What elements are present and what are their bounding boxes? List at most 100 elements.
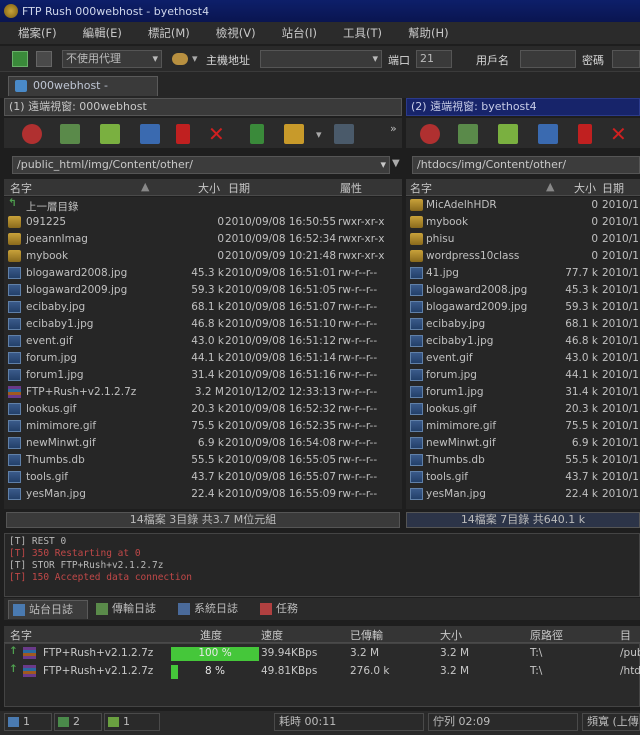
menu-mark[interactable]: 標記(M) (148, 25, 190, 41)
file-row[interactable]: mybook 0 2010/09/09 10:21:48 rwxr-xr-x (4, 248, 402, 265)
stop-icon[interactable] (22, 124, 42, 144)
file-row[interactable]: yesMan.jpg 22.4 k 2010/11 (406, 486, 640, 503)
file-row[interactable]: newMinwt.gif 6.9 k 2010/11 (406, 435, 640, 452)
more-icon[interactable]: » (390, 122, 397, 135)
folder-sync-icon[interactable] (284, 124, 304, 144)
file-row[interactable]: joeannImag 0 2010/09/08 16:52:34 rwxr-xr-x (4, 231, 402, 248)
queue-row[interactable]: ↑ FTP+Rush+v2.1.2.7z 8 % 49.81KBps 276.0 k 3.… (5, 663, 640, 681)
file-row[interactable]: event.gif 43.0 k 2010/11 (406, 350, 640, 367)
password-input[interactable] (612, 50, 640, 68)
chevron-down-icon: ▾ (152, 52, 158, 65)
file-row[interactable]: blogaward2009.jpg 59.3 k 2010/09/08 16:51:… (4, 282, 402, 299)
column-name[interactable]: 名字 (10, 180, 32, 196)
bookmark-icon[interactable] (140, 124, 160, 144)
new-folder-icon[interactable] (60, 124, 80, 144)
file-row[interactable]: ecibaby1.jpg 46.8 k 2010/11 (406, 333, 640, 350)
column-source[interactable]: 原路徑 (530, 627, 563, 643)
file-row[interactable]: FTP+Rush+v2.1.2.7z 3.2 M 2010/12/02 12:33:… (4, 384, 402, 401)
stop-icon[interactable] (420, 124, 440, 144)
file-row[interactable]: mimimore.gif 75.5 k 2010/11 (406, 418, 640, 435)
tab-tasks[interactable]: 任務 (256, 600, 308, 619)
file-row[interactable]: event.gif 43.0 k 2010/09/08 16:51:12 rw-r--… (4, 333, 402, 350)
chevron-down-icon[interactable]: ▾ (192, 52, 198, 65)
column-size[interactable]: 大小 (574, 180, 596, 196)
user-input[interactable] (520, 50, 576, 68)
port-input[interactable]: 21 (416, 50, 452, 68)
bookmark-icon[interactable] (538, 124, 558, 144)
file-size: 45.3 k (565, 284, 598, 296)
column-size[interactable]: 大小 (198, 180, 220, 196)
tab-site-log[interactable]: 站台日誌 (8, 600, 88, 619)
file-row[interactable]: ↰ 上一層目錄 (4, 197, 402, 214)
file-row[interactable]: mimimore.gif 75.5 k 2010/09/08 16:52:35 rw-… (4, 418, 402, 435)
file-icon (8, 369, 21, 381)
file-row[interactable]: mybook 0 2010/11 (406, 214, 640, 231)
file-row[interactable]: yesMan.jpg 22.4 k 2010/09/08 16:55:09 rw-r-… (4, 486, 402, 503)
file-row[interactable]: lookus.gif 20.3 k 2010/11 (406, 401, 640, 418)
delete-icon[interactable]: ✕ (610, 124, 630, 144)
chevron-down-icon[interactable]: ▾ (316, 128, 322, 141)
menu-file[interactable]: 檔案(F) (18, 25, 57, 41)
file-row[interactable]: ecibaby1.jpg 46.8 k 2010/09/08 16:51:10 rw-… (4, 316, 402, 333)
file-row[interactable]: forum1.jpg 31.4 k 2010/09/08 16:51:16 rw-r-… (4, 367, 402, 384)
connect-icon[interactable] (12, 51, 28, 67)
pause-icon[interactable] (578, 124, 592, 144)
file-size: 0 (217, 216, 224, 228)
delete-icon[interactable]: ✕ (208, 124, 228, 144)
column-date[interactable]: 日期 (602, 180, 624, 196)
column-name[interactable]: 名字 (410, 180, 432, 196)
right-path-input[interactable]: /htdocs/img/Content/other/ (412, 156, 640, 174)
file-row[interactable]: 091225 0 2010/09/08 16:50:55 rwxr-xr-x (4, 214, 402, 231)
tab-system-log[interactable]: 系統日誌 (174, 600, 254, 619)
file-row[interactable]: tools.gif 43.7 k 2010/09/08 16:55:07 rw-r--… (4, 469, 402, 486)
file-date: 2010/11 (602, 301, 640, 313)
file-row[interactable]: blogaward2008.jpg 45.3 k 2010/09/08 16:51:… (4, 265, 402, 282)
file-row[interactable]: wordpress10class 0 2010/11 (406, 248, 640, 265)
file-row[interactable]: 41.jpg 77.7 k 2010/11 (406, 265, 640, 282)
menu-site[interactable]: 站台(I) (282, 25, 317, 41)
menu-tools[interactable]: 工具(T) (343, 25, 382, 41)
column-name[interactable]: 名字 (10, 627, 32, 643)
app-icon (4, 4, 18, 18)
terminal-icon[interactable] (334, 124, 354, 144)
host-input[interactable]: ▾ (260, 50, 382, 68)
file-row[interactable]: forum.jpg 44.1 k 2010/11 (406, 367, 640, 384)
file-row[interactable]: tools.gif 43.7 k 2010/11 (406, 469, 640, 486)
refresh-icon[interactable] (250, 124, 264, 144)
disconnect-icon[interactable] (36, 51, 52, 67)
new-folder-icon[interactable] (458, 124, 478, 144)
column-attr[interactable]: 屬性 (340, 180, 362, 196)
pause-icon[interactable] (176, 124, 190, 144)
parent-folder-icon[interactable] (498, 124, 518, 144)
site-manager-icon[interactable] (172, 53, 188, 65)
column-transferred[interactable]: 已傳輸 (350, 627, 383, 643)
column-progress[interactable]: 進度 (200, 627, 222, 643)
menu-edit[interactable]: 編輯(E) (83, 25, 122, 41)
column-speed[interactable]: 速度 (261, 627, 283, 643)
panel-menu-icon[interactable]: ▼ (392, 158, 400, 169)
file-row[interactable]: Thumbs.db 55.5 k 2010/11 (406, 452, 640, 469)
file-row[interactable]: blogaward2008.jpg 45.3 k 2010/11 (406, 282, 640, 299)
column-date[interactable]: 日期 (228, 180, 250, 196)
file-row[interactable]: lookus.gif 20.3 k 2010/09/08 16:52:32 rw-r-… (4, 401, 402, 418)
proxy-select[interactable]: 不使用代理 ▾ (62, 50, 162, 68)
file-row[interactable]: newMinwt.gif 6.9 k 2010/09/08 16:54:08 rw-r… (4, 435, 402, 452)
menu-view[interactable]: 檢視(V) (216, 25, 256, 41)
tab-session[interactable]: 000webhost - byethost4 (8, 76, 158, 110)
file-row[interactable]: blogaward2009.jpg 59.3 k 2010/11 (406, 299, 640, 316)
left-path-input[interactable]: /public_html/img/Content/other/ ▾ (12, 156, 390, 174)
file-icon (410, 267, 423, 279)
file-row[interactable]: phisu 0 2010/11 (406, 231, 640, 248)
queue-row[interactable]: ↑ FTP+Rush+v2.1.2.7z 100 % 39.94KBps 3.2 M 3.… (5, 645, 640, 663)
file-row[interactable]: MicAdelhHDR 0 2010/11 (406, 197, 640, 214)
parent-folder-icon[interactable] (100, 124, 120, 144)
file-name: event.gif (26, 335, 73, 347)
column-size[interactable]: 大小 (440, 627, 462, 643)
file-row[interactable]: forum1.jpg 31.4 k 2010/11 (406, 384, 640, 401)
file-row[interactable]: ecibaby.jpg 68.1 k 2010/11 (406, 316, 640, 333)
file-row[interactable]: Thumbs.db 55.5 k 2010/09/08 16:55:05 rw-r--… (4, 452, 402, 469)
menu-help[interactable]: 幫助(H) (408, 25, 449, 41)
file-row[interactable]: ecibaby.jpg 68.1 k 2010/09/08 16:51:07 rw-r… (4, 299, 402, 316)
tab-transfer-log[interactable]: 傳輸日誌 (92, 600, 172, 619)
file-row[interactable]: forum.jpg 44.1 k 2010/09/08 16:51:14 rw-r--… (4, 350, 402, 367)
